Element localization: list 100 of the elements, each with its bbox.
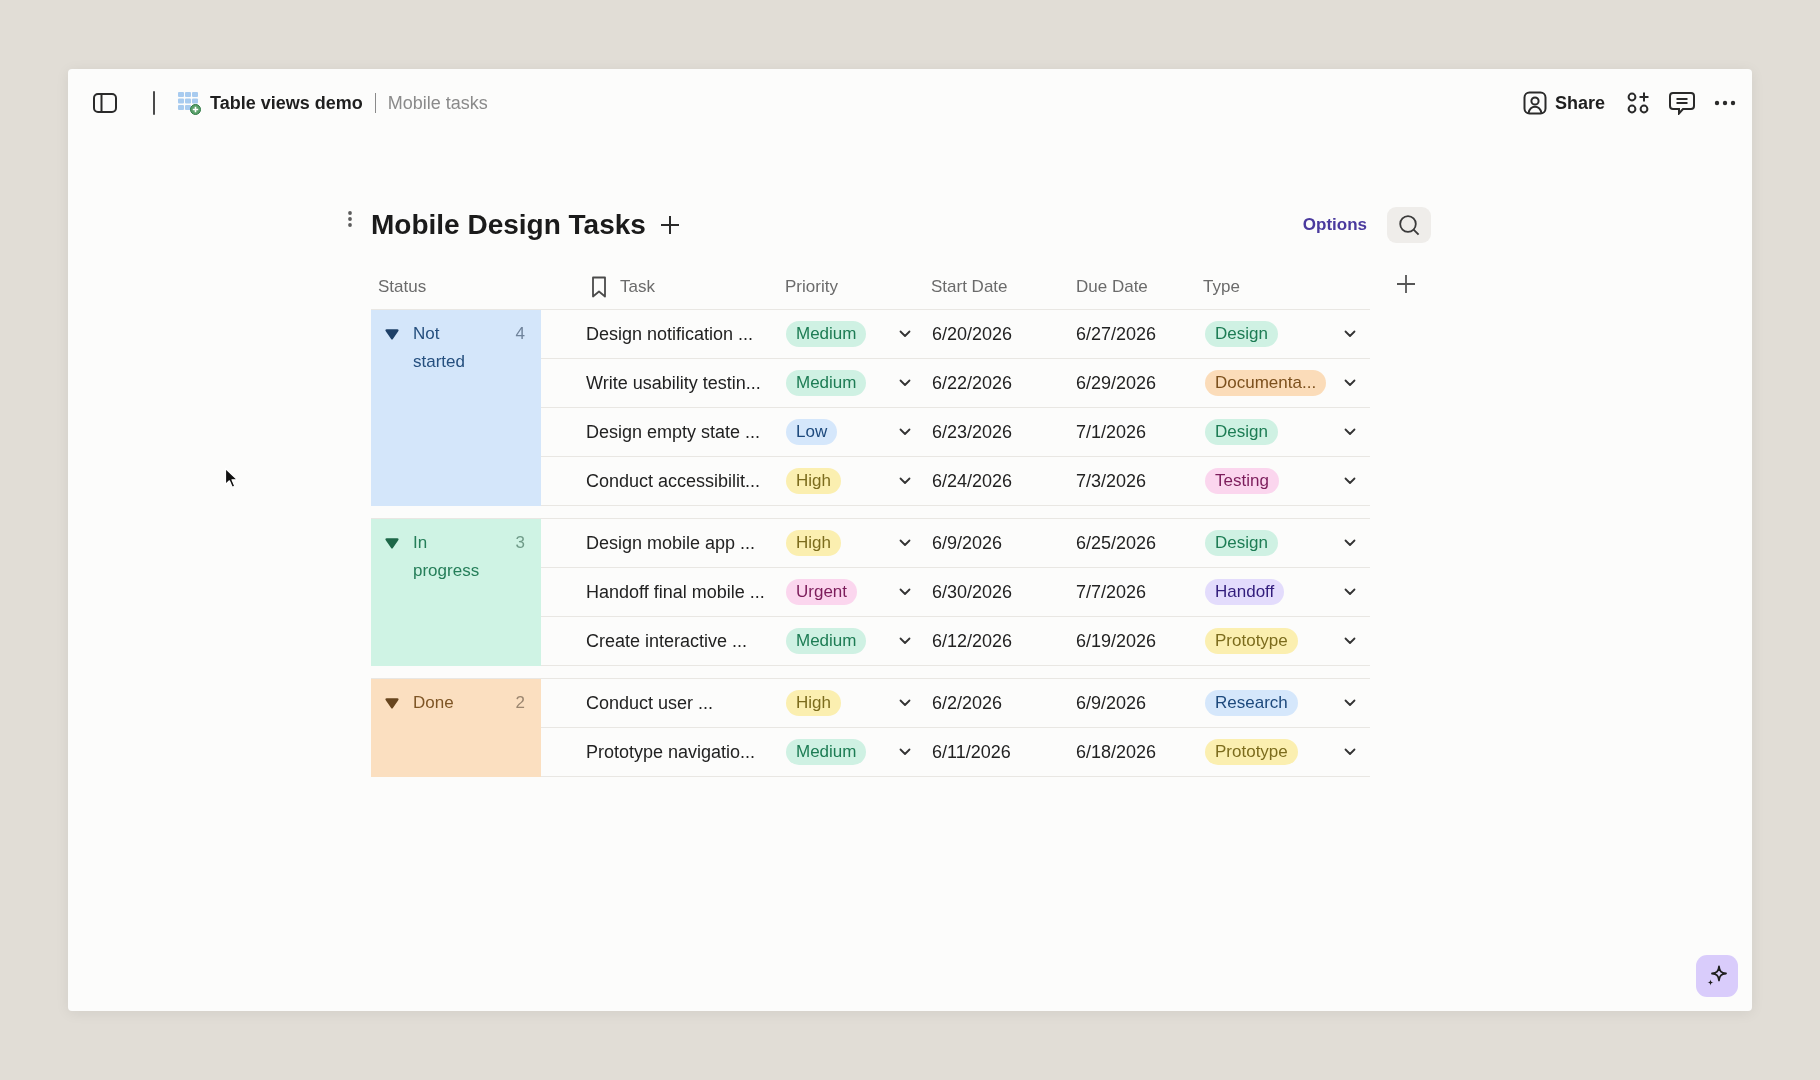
type-tag[interactable]: Research: [1205, 690, 1298, 716]
task-count: 4: [515, 323, 525, 345]
due-date: 6/9/2026: [1076, 692, 1147, 714]
task-name[interactable]: Design mobile app ...: [586, 532, 756, 554]
chevron-icon[interactable]: [899, 699, 911, 707]
chevron-icon[interactable]: [1344, 748, 1356, 756]
search-icon: [1398, 214, 1420, 236]
column-header[interactable]: Type: [1203, 277, 1240, 297]
status-label: Done: [413, 692, 454, 714]
sidebar-icon: [93, 93, 117, 113]
share-button[interactable]: Share: [1522, 89, 1609, 117]
priority-tag[interactable]: High: [786, 468, 841, 494]
due-date: 6/25/2026: [1076, 532, 1157, 554]
status-label: Not started: [413, 323, 466, 373]
type-tag[interactable]: Handoff: [1205, 579, 1285, 605]
column-header[interactable]: Task: [620, 277, 655, 297]
comment-icon: [1669, 91, 1695, 115]
chevron-icon[interactable]: [899, 637, 911, 645]
chevron-icon[interactable]: [899, 330, 911, 338]
cursor-icon: [224, 467, 239, 489]
type-tag[interactable]: Prototype: [1205, 628, 1298, 654]
table-title: Mobile Design Tasks: [371, 209, 646, 241]
priority-tag[interactable]: Medium: [786, 370, 867, 396]
task-name[interactable]: Design notification ...: [586, 323, 754, 345]
priority-tag[interactable]: Medium: [786, 739, 867, 765]
breadcrumb-item[interactable]: Mobile tasks: [387, 92, 488, 114]
bookmark-icon: [591, 276, 607, 298]
task-name[interactable]: Conduct accessibilit...: [586, 470, 761, 492]
chevron-icon[interactable]: [1344, 330, 1356, 338]
chevron-icon[interactable]: [899, 477, 911, 485]
task-name[interactable]: Write usability testin...: [586, 372, 761, 394]
type-tag[interactable]: Design: [1205, 419, 1278, 445]
chevron-icon[interactable]: [1344, 637, 1356, 645]
chevron-icon[interactable]: [1344, 379, 1356, 387]
type-tag[interactable]: Prototype: [1205, 739, 1298, 765]
start-date: 6/30/2026: [932, 581, 1013, 603]
start-date: 6/23/2026: [932, 421, 1013, 443]
start-date: 6/24/2026: [932, 470, 1013, 492]
status-label: In progress: [413, 532, 481, 582]
plus-icon: [1396, 274, 1416, 294]
table-icon: [177, 91, 201, 115]
column-header[interactable]: Due Date: [1076, 277, 1148, 297]
chevron-icon[interactable]: [899, 379, 911, 387]
search-button[interactable]: [1387, 207, 1431, 243]
more-vertical-icon: [347, 210, 353, 228]
start-date: 6/2/2026: [932, 692, 1003, 714]
priority-tag[interactable]: Low: [786, 419, 838, 445]
priority-tag[interactable]: Medium: [786, 321, 867, 347]
comment-button[interactable]: [1667, 89, 1697, 117]
chevron-icon[interactable]: [1344, 588, 1356, 596]
add-column-button[interactable]: [1394, 272, 1418, 296]
task-name[interactable]: Conduct user ...: [586, 692, 714, 714]
user-icon: [1522, 91, 1547, 115]
type-tag[interactable]: Design: [1205, 321, 1278, 347]
sparkle-icon: [1705, 964, 1729, 988]
task-name[interactable]: Design empty state ...: [586, 421, 761, 443]
due-date: 6/19/2026: [1076, 630, 1157, 652]
triangle-icon[interactable]: [385, 537, 399, 549]
due-date: 7/3/2026: [1076, 470, 1147, 492]
chevron-icon[interactable]: [899, 539, 911, 547]
chevron-icon[interactable]: [1344, 699, 1356, 707]
due-date: 7/1/2026: [1076, 421, 1147, 443]
task-count: 2: [515, 692, 525, 714]
type-tag[interactable]: Documenta...: [1205, 370, 1327, 396]
start-date: 6/11/2026: [932, 741, 1011, 763]
start-date: 6/9/2026: [932, 532, 1003, 554]
plus-icon: [659, 215, 680, 235]
triangle-icon[interactable]: [385, 697, 399, 709]
task-name[interactable]: Create interactive ...: [586, 630, 748, 652]
due-date: 7/7/2026: [1076, 581, 1147, 603]
breadcrumb-link[interactable]: Table views demo: [210, 92, 363, 114]
triangle-icon[interactable]: [385, 328, 399, 340]
type-tag[interactable]: Design: [1205, 530, 1278, 556]
chevron-icon[interactable]: [899, 748, 911, 756]
due-date: 6/27/2026: [1076, 323, 1157, 345]
start-date: 6/12/2026: [932, 630, 1013, 652]
task-name[interactable]: Prototype navigatio...: [586, 741, 756, 763]
chevron-icon[interactable]: [899, 428, 911, 436]
column-header[interactable]: Start Date: [931, 277, 1008, 297]
chevron-icon[interactable]: [899, 588, 911, 596]
circles-plus-icon: [1626, 91, 1650, 115]
start-date: 6/20/2026: [932, 323, 1013, 345]
sidebar-button[interactable]: [91, 91, 119, 115]
due-date: 6/29/2026: [1076, 372, 1157, 394]
sparkle-button[interactable]: [1696, 955, 1738, 997]
column-header[interactable]: Status: [378, 277, 427, 297]
task-name[interactable]: Handoff final mobile ...: [586, 581, 765, 603]
more-button[interactable]: [1712, 98, 1738, 108]
column-header[interactable]: Priority: [785, 277, 838, 297]
due-date: 6/18/2026: [1076, 741, 1157, 763]
chevron-icon[interactable]: [1344, 539, 1356, 547]
type-tag[interactable]: Testing: [1205, 468, 1279, 494]
priority-tag[interactable]: High: [786, 690, 841, 716]
options-button[interactable]: Options: [1302, 215, 1367, 235]
chevron-icon[interactable]: [1344, 428, 1356, 436]
priority-tag[interactable]: Medium: [786, 628, 867, 654]
chevron-icon[interactable]: [1344, 477, 1356, 485]
task-count: 3: [515, 532, 525, 554]
priority-tag[interactable]: Urgent: [786, 579, 858, 605]
priority-tag[interactable]: High: [786, 530, 841, 556]
